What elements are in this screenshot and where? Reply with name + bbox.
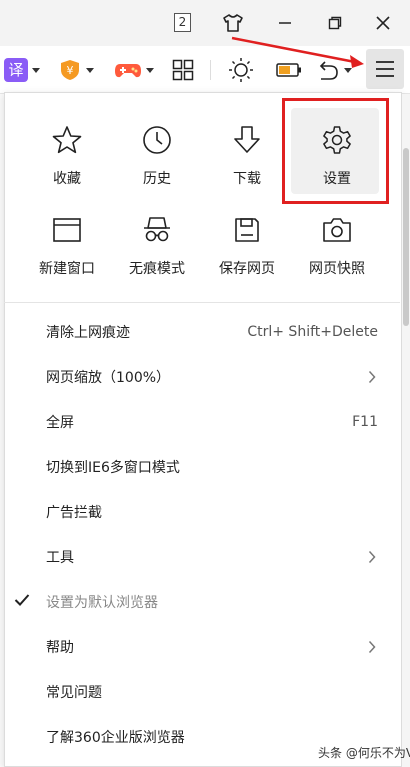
star-icon	[52, 126, 82, 154]
save-page-label: 保存网页	[219, 261, 275, 277]
chevron-right-icon	[368, 370, 376, 384]
menu-item-label: 网页缩放（100%）	[46, 369, 171, 386]
watermark: 头条 @何乐不为V	[318, 746, 410, 760]
menu-item-help[interactable]: 帮助	[4, 624, 400, 669]
new-window-button[interactable]: 新建窗口	[21, 212, 113, 298]
camera-icon	[323, 218, 351, 242]
clock-icon	[143, 126, 171, 154]
favorites-label: 收藏	[53, 171, 81, 187]
history-button[interactable]: 历史	[111, 122, 203, 208]
annotation-highlight-box	[282, 98, 389, 204]
history-label: 历史	[143, 171, 171, 187]
menu-item-label: 工具	[46, 549, 74, 566]
menu-item-label: 清除上网痕迹	[46, 324, 130, 341]
menu-item-label: 了解360企业版浏览器	[46, 729, 185, 746]
menu-item-ad-block[interactable]: 广告拦截	[4, 489, 400, 534]
incognito-label: 无痕模式	[129, 261, 185, 277]
menu-item-label: 全屏	[46, 414, 74, 431]
downloads-button[interactable]: 下载	[201, 122, 293, 208]
page-snapshot-label: 网页快照	[309, 261, 365, 277]
incognito-button[interactable]: 无痕模式	[111, 212, 203, 298]
menu-item-tools[interactable]: 工具	[4, 534, 400, 579]
menu-item-zoom[interactable]: 网页缩放（100%）	[4, 354, 400, 399]
menu-item-label: 帮助	[46, 639, 74, 656]
annotation-arrow	[231, 36, 364, 68]
menu-item-label: 设置为默认浏览器	[46, 594, 158, 611]
chevron-right-icon	[368, 640, 376, 654]
page-snapshot-button[interactable]: 网页快照	[291, 212, 383, 298]
menu-item-clear-history[interactable]: 清除上网痕迹 Ctrl+ Shift+Delete	[4, 309, 400, 354]
menu-item-label: 切换到IE6多窗口模式	[46, 459, 180, 476]
menu-item-shortcut: F11	[352, 413, 378, 430]
menu-item-set-default[interactable]: 设置为默认浏览器	[4, 579, 400, 624]
menu-item-label: 广告拦截	[46, 504, 102, 521]
download-icon	[234, 126, 260, 153]
menu-item-fullscreen[interactable]: 全屏 F11	[4, 399, 400, 444]
menu-divider	[4, 302, 400, 303]
save-icon	[235, 218, 259, 242]
favorites-button[interactable]: 收藏	[21, 122, 113, 208]
scrollbar-thumb[interactable]	[403, 148, 409, 326]
chevron-right-icon	[368, 550, 376, 564]
new-window-icon	[53, 218, 81, 242]
incognito-icon	[144, 217, 170, 242]
menu-item-label: 常见问题	[46, 684, 102, 701]
save-page-button[interactable]: 保存网页	[201, 212, 293, 298]
new-window-label: 新建窗口	[39, 261, 95, 277]
checkmark-icon	[14, 594, 30, 606]
menu-item-shortcut: Ctrl+ Shift+Delete	[247, 323, 378, 340]
menu-item-ie6-mode[interactable]: 切换到IE6多窗口模式	[4, 444, 400, 489]
menu-item-faq[interactable]: 常见问题	[4, 669, 400, 714]
downloads-label: 下载	[233, 171, 261, 187]
